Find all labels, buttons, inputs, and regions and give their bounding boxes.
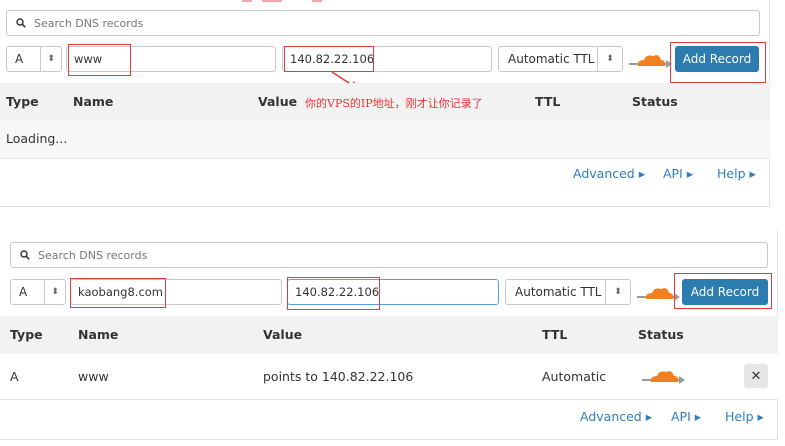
loading-text: Loading... xyxy=(6,131,68,146)
advanced-link[interactable]: Advanced ▸ xyxy=(580,409,652,424)
api-link[interactable]: API ▸ xyxy=(671,409,701,424)
highlight-ip xyxy=(284,46,374,72)
col-type: Type xyxy=(6,94,39,109)
table-header: Type Name Value TTL Status xyxy=(0,316,778,354)
highlight-name xyxy=(68,44,131,76)
col-value: Value xyxy=(258,94,298,109)
api-link[interactable]: API ▸ xyxy=(663,166,693,181)
advanced-link[interactable]: Advanced ▸ xyxy=(573,166,645,181)
col-ttl: TTL xyxy=(535,94,561,109)
record-ttl: Automatic xyxy=(542,369,607,384)
updown-arrow-icon: ⬍ xyxy=(614,287,622,297)
ttl-select[interactable]: Automatic TTL ⬍ xyxy=(498,46,623,72)
divider xyxy=(0,399,778,400)
divider xyxy=(0,158,770,159)
highlight-add-record xyxy=(670,42,766,83)
search-placeholder: Search DNS records xyxy=(34,16,144,30)
search-icon xyxy=(16,18,26,28)
search-placeholder: Search DNS records xyxy=(38,248,148,262)
ttl-select[interactable]: Automatic TTL ⬍ xyxy=(505,279,631,305)
updown-arrow-icon: ⬍ xyxy=(51,287,59,297)
footer-links: Advanced ▸ API ▸ Help ▸ xyxy=(0,409,778,429)
col-type: Type xyxy=(10,327,43,342)
record-name: www xyxy=(78,369,109,384)
ttl-value: Automatic TTL xyxy=(499,47,598,71)
close-icon: ✕ xyxy=(750,368,762,384)
col-value: Value xyxy=(263,327,303,342)
highlight-name xyxy=(70,278,166,308)
highlight-add-record xyxy=(674,273,772,309)
footer-links: Advanced ▸ API ▸ Help ▸ xyxy=(0,166,770,186)
ip-annotation: 你的VPS的IP地址，刚才让你记录了 xyxy=(305,97,483,110)
search-icon xyxy=(20,250,30,260)
search-bar[interactable]: Search DNS records xyxy=(6,10,760,36)
col-ttl: TTL xyxy=(542,327,568,342)
loading-row: Loading... xyxy=(0,121,770,158)
highlight-ip xyxy=(287,277,380,310)
type-value: A xyxy=(7,47,42,71)
help-link[interactable]: Help ▸ xyxy=(717,166,756,181)
updown-arrow-icon: ⬍ xyxy=(47,54,55,64)
cloud-proxy-icon[interactable] xyxy=(628,52,672,70)
table-row[interactable]: A www points to 140.82.22.106 Automatic … xyxy=(0,354,778,399)
type-value: A xyxy=(11,280,46,304)
help-link[interactable]: Help ▸ xyxy=(725,409,764,424)
col-status: Status xyxy=(632,94,678,109)
type-select[interactable]: A ⬍ xyxy=(6,46,62,72)
col-name: Name xyxy=(73,94,114,109)
delete-record-button[interactable]: ✕ xyxy=(744,364,768,388)
record-value: points to 140.82.22.106 xyxy=(263,369,414,384)
record-type: A xyxy=(10,369,19,384)
type-select[interactable]: A ⬍ xyxy=(10,279,66,305)
col-name: Name xyxy=(78,327,119,342)
col-status: Status xyxy=(638,327,684,342)
ttl-value: Automatic TTL xyxy=(506,280,606,304)
updown-arrow-icon: ⬍ xyxy=(606,54,614,64)
search-bar[interactable]: Search DNS records xyxy=(10,242,768,268)
cloud-proxy-icon[interactable] xyxy=(641,368,685,386)
